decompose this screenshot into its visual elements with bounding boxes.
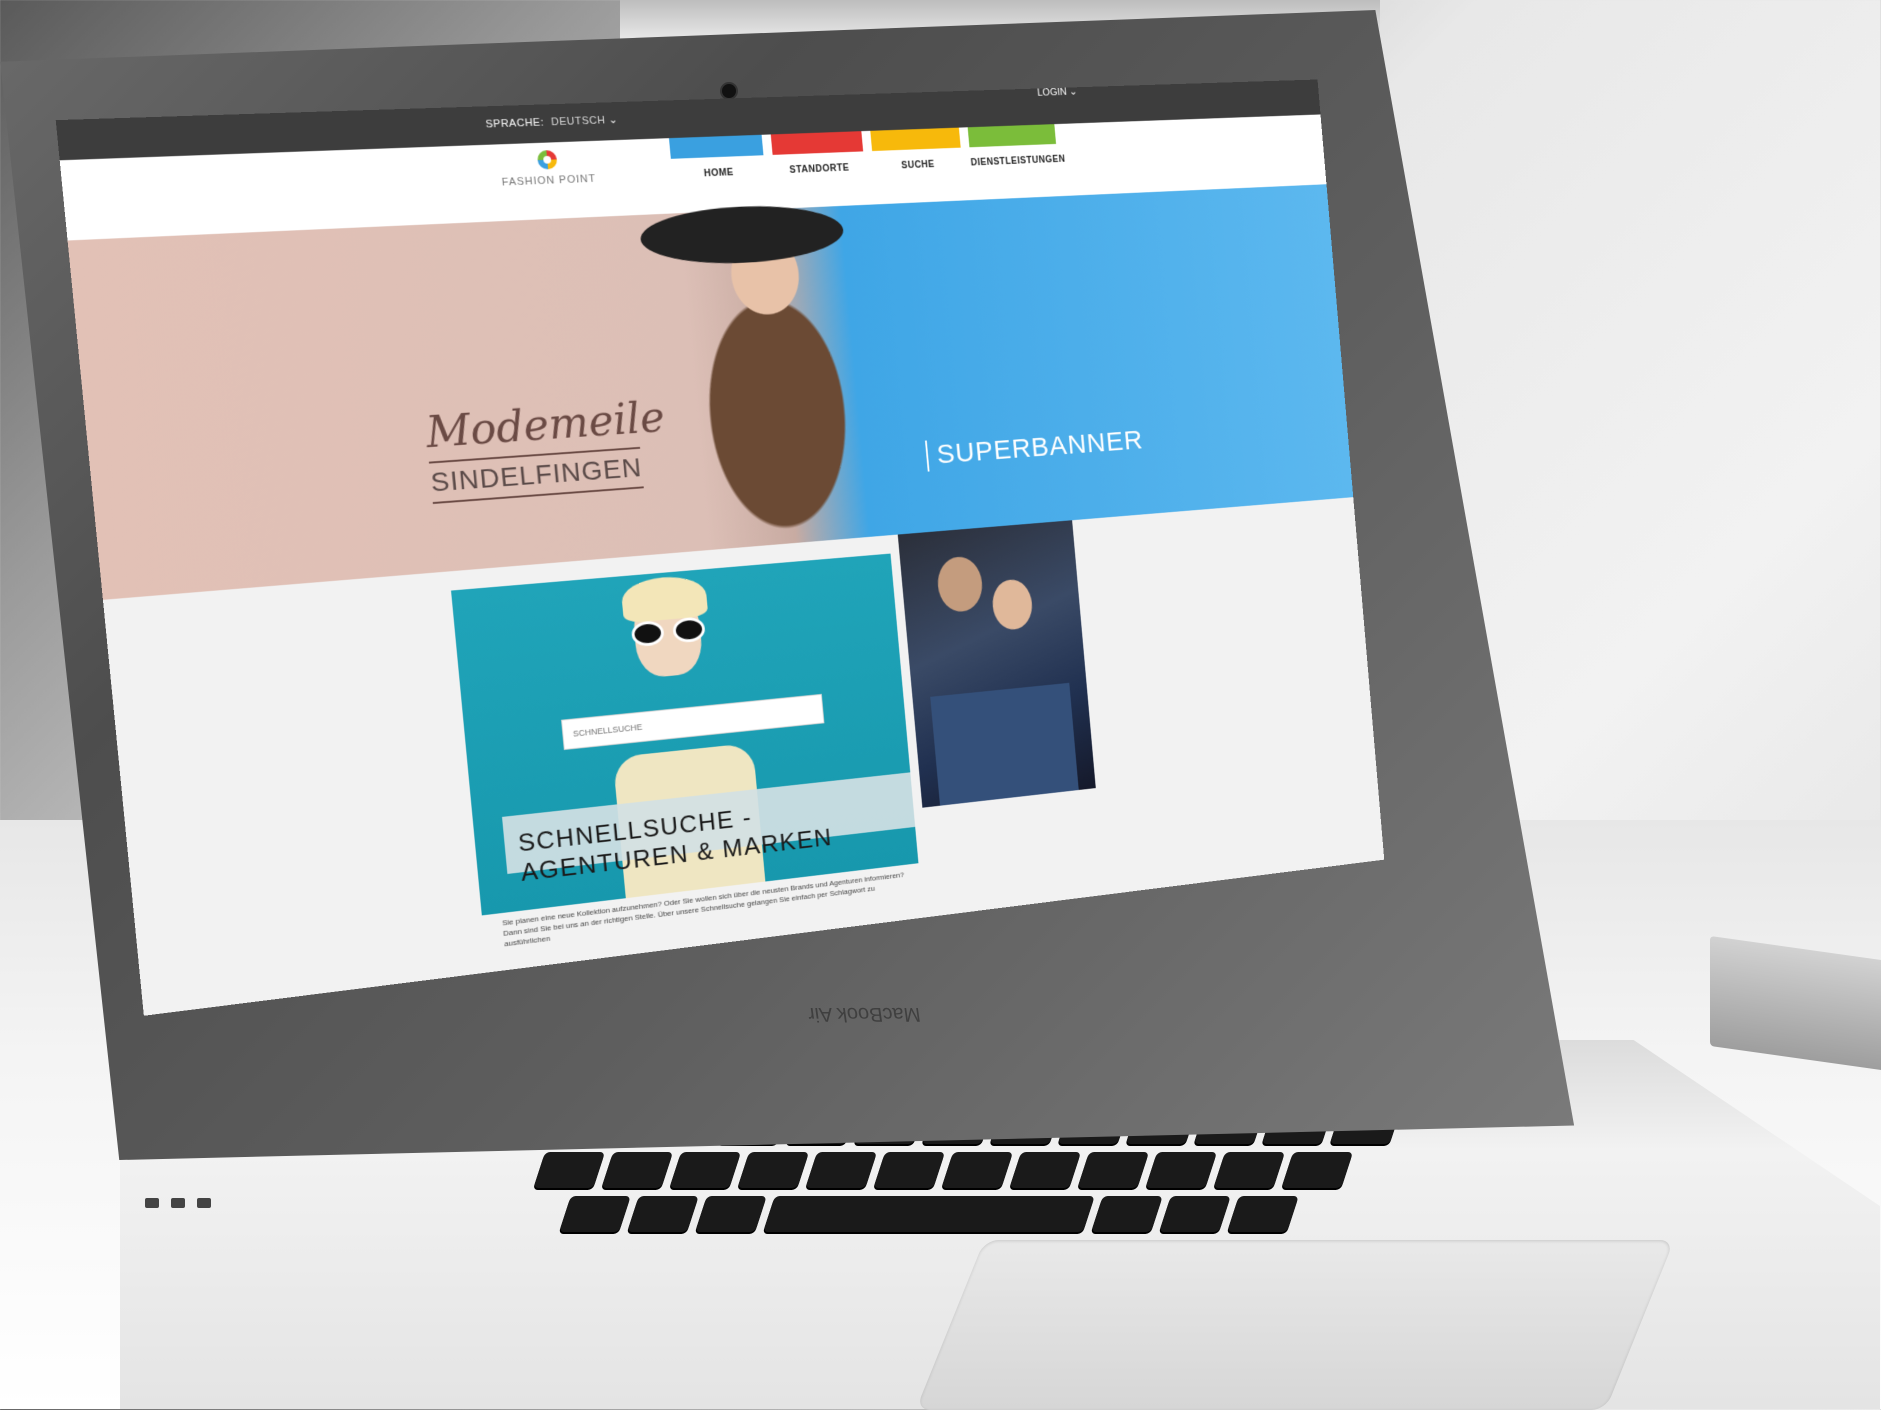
login-label: LOGIN	[1036, 86, 1068, 99]
keyboard-key	[805, 1152, 878, 1188]
keyboard-key	[873, 1152, 946, 1188]
laptop-ports	[145, 1195, 265, 1209]
keyboard-key	[559, 1196, 631, 1232]
superbanner-title: SUPERBANNER	[924, 425, 1145, 472]
keyboard-key	[601, 1152, 674, 1188]
language-label: SPRACHE:	[485, 116, 545, 131]
keyboard-key	[1213, 1152, 1286, 1188]
logo-text: FASHION POINT	[501, 173, 597, 189]
login-menu[interactable]: LOGIN ⌄	[1037, 85, 1078, 98]
keyboard-key	[1091, 1196, 1163, 1232]
keyboard-key	[669, 1152, 742, 1188]
keyboard-key	[737, 1152, 810, 1188]
keyboard-key	[1009, 1152, 1082, 1188]
photo-jeans	[930, 682, 1079, 806]
keyboard-key	[695, 1196, 767, 1232]
nav-item-label: HOME	[703, 167, 735, 180]
language-value: DEUTSCH	[550, 114, 606, 129]
photo-person-head	[990, 578, 1035, 632]
nav-color-bar	[967, 124, 1057, 148]
nav-color-bar	[870, 127, 961, 152]
language-selector[interactable]: SPRACHE: DEUTSCH ⌄	[485, 113, 618, 130]
keyboard-key	[533, 1152, 606, 1188]
nav-item-home[interactable]: HOME	[668, 134, 765, 181]
chevron-down-icon: ⌄	[608, 114, 619, 127]
hero-banner[interactable]: Modemeile SINDELFINGEN SUPERBANNER	[67, 184, 1354, 600]
keyboard-key	[941, 1152, 1014, 1188]
nav-item-standorte[interactable]: STANDORTE	[770, 131, 865, 176]
nav-color-bar	[770, 131, 864, 155]
quick-search-tile: SCHNELLSUCHE - AGENTUREN & MARKEN	[451, 553, 919, 916]
photo-person-head	[935, 555, 985, 614]
quick-search-input[interactable]	[561, 693, 825, 751]
nav-item-dienstleistungen[interactable]: DIENSTLEISTUNGEN	[967, 124, 1066, 168]
laptop-touchpad	[915, 1240, 1675, 1410]
couple-photo-tile[interactable]	[897, 520, 1096, 808]
chevron-down-icon: ⌄	[1068, 86, 1078, 98]
nav-item-label: STANDORTE	[789, 163, 850, 176]
nav-item-label: DIENSTLEISTUNGEN	[970, 154, 1066, 169]
laptop-screen: SPRACHE: DEUTSCH ⌄ LOGIN ⌄ FASHION POINT…	[40, 79, 1500, 1080]
nav-item-label: SUCHE	[900, 159, 936, 172]
keyboard-key	[1159, 1196, 1231, 1232]
nav-color-bar	[668, 134, 764, 159]
keyboard-spacebar	[763, 1196, 1095, 1232]
website-viewport: SPRACHE: DEUTSCH ⌄ LOGIN ⌄ FASHION POINT…	[55, 79, 1385, 1016]
keyboard-key	[627, 1196, 699, 1232]
keyboard-key	[1227, 1196, 1299, 1232]
nav-item-suche[interactable]: SUCHE	[870, 127, 962, 173]
logo-mark-icon	[536, 149, 558, 170]
keyboard-key	[1145, 1152, 1218, 1188]
keyboard-key	[1281, 1152, 1354, 1188]
keyboard-key	[1077, 1152, 1150, 1188]
main-navigation: HOME STANDORTE SUCHE DIENSTLEISTUNGEN	[668, 124, 1066, 213]
site-logo[interactable]: FASHION POINT	[488, 148, 607, 189]
